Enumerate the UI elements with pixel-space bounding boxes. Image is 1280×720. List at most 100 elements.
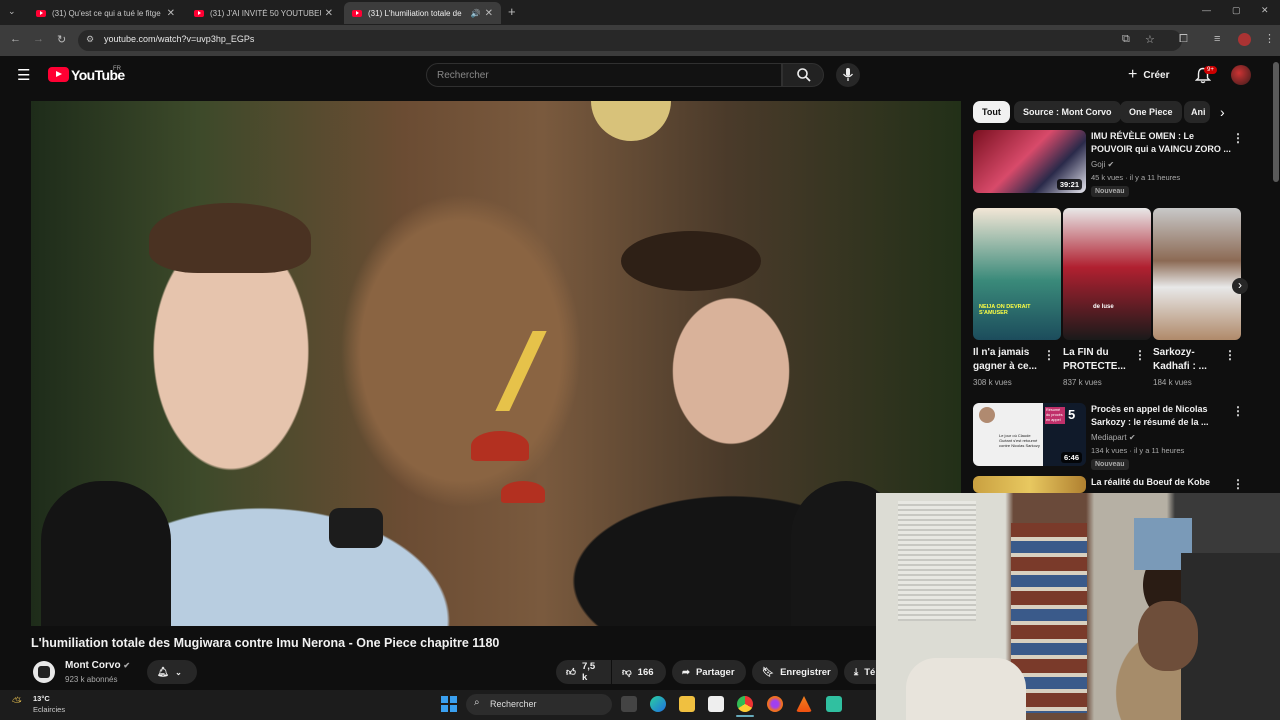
start-tile	[450, 696, 457, 703]
youtube-favicon-icon	[352, 9, 362, 17]
close-tab-icon[interactable]: ✕	[325, 8, 333, 19]
title-line: IMU RÉVÈLE OMEN : Le	[1091, 131, 1195, 141]
video-thumbnail[interactable]: 39:21	[973, 130, 1086, 193]
chip-source[interactable]: Source : Mont Corvo	[1014, 101, 1121, 123]
extensions-icon[interactable]: ⧠	[1179, 33, 1188, 46]
browser-menu-icon[interactable]: ⋮	[1264, 32, 1275, 45]
browser-tab[interactable]: (31) Qu'est ce qui a tué le fitge ✕	[28, 2, 183, 24]
thumbs-up-icon: 👍︎	[566, 667, 576, 678]
chip-all[interactable]: Tout	[973, 101, 1010, 123]
chip-anime[interactable]: Ani	[1184, 101, 1210, 123]
search-input[interactable]: Rechercher	[426, 63, 782, 87]
media-controls-icon[interactable]: ≡	[1214, 33, 1220, 45]
video-thumbnail[interactable]: Le jour où Claude Guéant s'est retourné …	[973, 403, 1086, 466]
more-options-icon[interactable]: ⋮	[1232, 404, 1244, 418]
page-scrollbar[interactable]	[1273, 62, 1279, 182]
youtube-favicon-icon	[194, 9, 204, 17]
channel-text: Goji	[1091, 160, 1106, 169]
short-views: 184 k vues	[1153, 378, 1192, 387]
tab-title: (31) J'AI INVITÉ 50 YOUTUBEUR	[210, 8, 321, 18]
browser-tab[interactable]: (31) J'AI INVITÉ 50 YOUTUBEUR ✕	[186, 2, 341, 24]
speaker-icon[interactable]: 🔊	[471, 9, 481, 18]
video-channel[interactable]: Mediapart ✔	[1091, 432, 1136, 444]
browser-tab-active[interactable]: (31) L'humiliation totale de 🔊 ✕	[344, 2, 501, 24]
close-tab-icon[interactable]: ✕	[167, 8, 175, 19]
title-line: PROTECTE...	[1063, 361, 1126, 372]
youtube-logo-icon[interactable]	[48, 67, 69, 82]
reload-icon[interactable]: ↻	[57, 33, 66, 46]
app-icon[interactable]	[826, 696, 842, 712]
short-views: 837 k vues	[1063, 378, 1102, 387]
short-title[interactable]: La FIN du PROTECTE...	[1063, 346, 1135, 374]
taskbar-search[interactable]: ⌕ Rechercher	[466, 694, 612, 715]
video-title[interactable]: IMU RÉVÈLE OMEN : Le POUVOIR qui a VAINCU…	[1091, 130, 1231, 156]
short-title[interactable]: Il n'a jamais gagner à ce...	[973, 346, 1045, 374]
edge-icon[interactable]	[650, 696, 666, 712]
short-title[interactable]: Sarkozy- Kadhafi : ...	[1153, 346, 1225, 374]
more-options-icon[interactable]: ⋮	[1134, 348, 1146, 362]
search-button[interactable]	[782, 63, 824, 87]
cast-icon[interactable]: ⧉	[1122, 33, 1130, 46]
subscriber-count: 923 k abonnés	[65, 675, 118, 684]
short-thumbnail[interactable]: NEIJA ON DEVRAIT S'AMUSER	[973, 208, 1061, 340]
voice-search-button[interactable]	[836, 63, 860, 87]
search-placeholder: Rechercher	[437, 70, 489, 81]
video-channel[interactable]: Goji ✔	[1091, 159, 1114, 171]
title-line: Sarkozy-	[1153, 347, 1195, 358]
forward-icon[interactable]: →	[33, 33, 44, 45]
close-window-icon[interactable]: ✕	[1261, 5, 1269, 16]
weather-temp[interactable]: 13°C	[33, 694, 50, 703]
create-button[interactable]: + Créer	[1128, 64, 1169, 86]
chevron-right-icon[interactable]: ›	[1220, 104, 1225, 120]
account-avatar[interactable]	[1231, 65, 1251, 85]
short-thumbnail[interactable]: de luse	[1063, 208, 1151, 340]
like-count: 7,5 k	[581, 661, 596, 683]
more-options-icon[interactable]: ⋮	[1224, 348, 1236, 362]
chip-one-piece[interactable]: One Piece	[1120, 101, 1182, 123]
more-options-icon[interactable]: ⋮	[1043, 348, 1055, 362]
microphone-icon	[842, 68, 854, 81]
video-title[interactable]: Procès en appel de Nicolas Sarkozy : le r…	[1091, 403, 1231, 429]
download-label: Té	[864, 666, 876, 678]
file-explorer-icon[interactable]	[679, 696, 695, 712]
video-title[interactable]: La réalité du Boeuf de Kobe	[1091, 476, 1231, 489]
video-thumbnail[interactable]	[973, 476, 1086, 493]
store-icon[interactable]	[708, 696, 724, 712]
chrome-icon[interactable]	[737, 696, 753, 712]
chevron-down-icon: ⌄	[175, 667, 182, 677]
profile-icon[interactable]	[1238, 33, 1251, 46]
minimize-icon[interactable]: —	[1202, 5, 1211, 15]
shorts-next-icon[interactable]: ›	[1232, 278, 1248, 294]
weather-icon[interactable]: ⛅︎	[12, 695, 22, 710]
weather-desc: Eclaircies	[33, 705, 66, 714]
task-view-icon[interactable]	[621, 696, 637, 712]
dislike-button[interactable]: 👎︎ 166	[612, 660, 666, 684]
table	[906, 658, 1026, 720]
more-options-icon[interactable]: ⋮	[1232, 131, 1244, 145]
shirt-logo	[329, 508, 383, 548]
url-text[interactable]: youtube.com/watch?v=uvp3hp_EGPs	[104, 34, 254, 44]
firefox-icon[interactable]	[767, 696, 783, 712]
site-info-icon[interactable]: ⚙	[86, 34, 94, 45]
channel-avatar[interactable]	[33, 661, 55, 683]
video-player[interactable]	[31, 101, 961, 626]
new-tab-icon[interactable]: +	[508, 4, 516, 19]
save-label: Enregistrer	[780, 666, 831, 678]
subscription-bell-button[interactable]: 🔔︎ ⌄	[147, 660, 197, 684]
save-button[interactable]: 🔖︎ Enregistrer	[752, 660, 838, 684]
plus-icon: +	[1128, 66, 1138, 83]
close-tab-icon[interactable]: ✕	[485, 8, 493, 19]
bookmark-star-icon[interactable]: ☆	[1145, 33, 1155, 46]
windows-start-icon[interactable]	[441, 696, 457, 712]
short-thumbnail[interactable]	[1153, 208, 1241, 340]
moon-decor	[591, 101, 671, 141]
more-options-icon[interactable]: ⋮	[1232, 477, 1244, 491]
like-button[interactable]: 👍︎ 7,5 k	[556, 660, 611, 684]
back-icon[interactable]: ←	[10, 33, 21, 45]
maximize-icon[interactable]: ▢	[1232, 5, 1241, 16]
verified-icon: ✔	[1128, 433, 1136, 442]
hamburger-menu-icon[interactable]: ☰	[17, 66, 30, 84]
share-button[interactable]: ➦ Partager	[672, 660, 746, 684]
tab-list-icon[interactable]: ⌄	[8, 6, 16, 17]
channel-name[interactable]: Mont Corvo ✔	[65, 660, 130, 671]
